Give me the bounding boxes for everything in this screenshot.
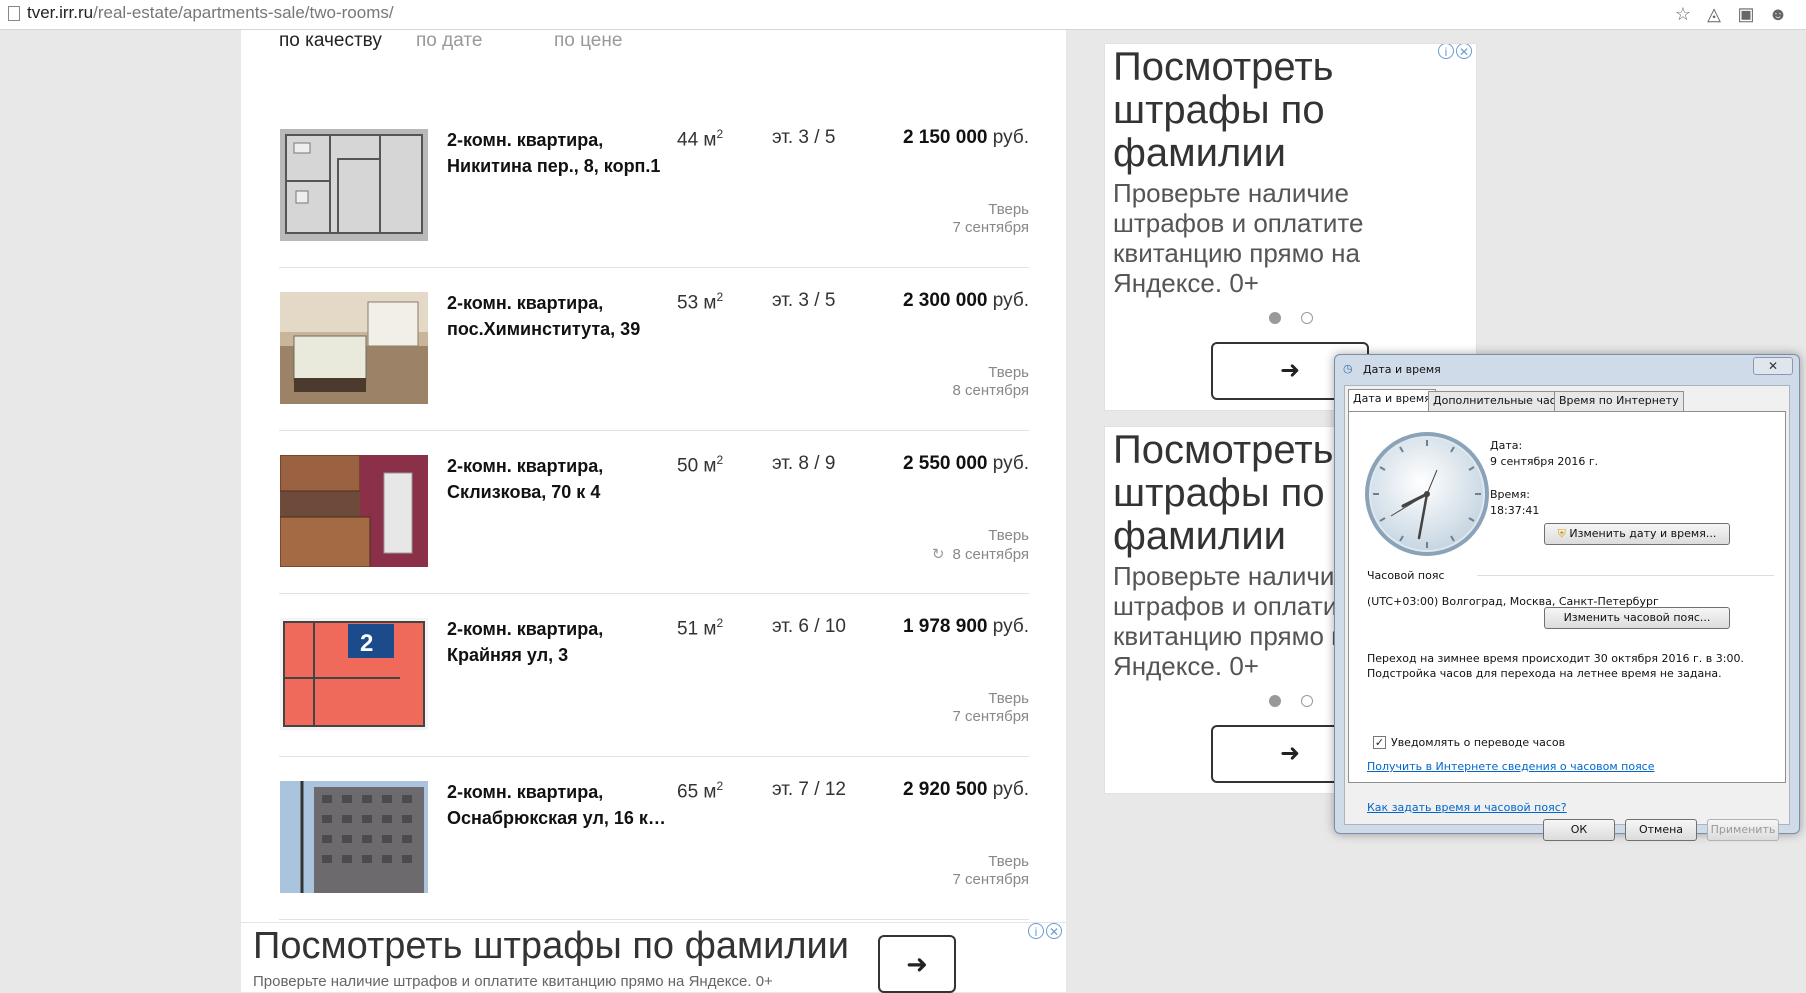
listing-date: ↻ 8 сентября: [931, 546, 1029, 563]
ad-arrow-button[interactable]: ➜: [878, 935, 956, 993]
time-label: Время:: [1490, 488, 1530, 501]
listing-item[interactable]: 2-комн. квартира, Оснабрюкская ул, 16 к……: [279, 757, 1029, 920]
notify-checkbox[interactable]: ✓: [1373, 736, 1386, 749]
listing-date: 7 сентября: [952, 219, 1029, 236]
listing-title[interactable]: 2-комн. квартира, Крайняя ул, 3: [447, 616, 667, 668]
star-icon[interactable]: ☆: [1673, 4, 1693, 24]
sort-by-date[interactable]: по дате: [416, 30, 482, 52]
listing-date: 7 сентября: [952, 708, 1029, 725]
ok-button[interactable]: ОК: [1543, 819, 1615, 841]
listing-photo-building[interactable]: [280, 781, 428, 893]
listing-title[interactable]: 2-комн. квартира, пос.Химинститута, 39: [447, 290, 667, 342]
listing-title[interactable]: 2-комн. квартира, Никитина пер., 8, корп…: [447, 127, 667, 179]
tab-panel: Дата: 9 сентября 2016 г. Время: 18:37:41…: [1348, 411, 1786, 783]
listing-area: 50 м2: [677, 453, 724, 477]
page-icon: [8, 6, 20, 21]
listing-floor: эт. 7 / 12: [772, 779, 846, 800]
datetime-dialog: ◷ Дата и время ✕ Дата и время Дополнител…: [1334, 354, 1800, 841]
listing-price: 2 920 500 руб.: [902, 779, 1029, 800]
listing-item[interactable]: 2-комн. квартира, пос.Химинститута, 39 5…: [279, 268, 1029, 431]
listing-floor: эт. 6 / 10: [772, 616, 846, 637]
tab-date-time[interactable]: Дата и время: [1348, 389, 1436, 412]
listing-area: 44 м2: [677, 127, 724, 151]
shield-icon: ⛨: [1557, 527, 1566, 540]
dialog-close-button[interactable]: ✕: [1753, 357, 1793, 375]
cancel-button[interactable]: Отмена: [1625, 819, 1697, 841]
listing-photo-bedroom[interactable]: [280, 292, 428, 404]
ad-close-icon[interactable]: ✕: [1046, 923, 1062, 939]
listing-city: Тверь: [988, 527, 1029, 544]
tab-internet-time[interactable]: Время по Интернету: [1554, 391, 1684, 411]
listing-area: 53 м2: [677, 290, 724, 314]
listing-photo-kitchen[interactable]: [280, 455, 428, 567]
listing-city: Тверь: [988, 853, 1029, 870]
ad-carousel-dot[interactable]: [1301, 312, 1313, 324]
tab-additional-clocks[interactable]: Дополнительные часы: [1428, 391, 1570, 411]
change-datetime-button[interactable]: ⛨ Изменить дату и время...: [1544, 523, 1730, 545]
analog-clock-icon: [1365, 432, 1489, 556]
listing-price: 2 300 000 руб.: [902, 290, 1029, 311]
puzzle-icon[interactable]: ▣: [1736, 4, 1756, 24]
listing-city: Тверь: [988, 201, 1029, 218]
listing-date: 8 сентября: [952, 382, 1029, 399]
listing-title[interactable]: 2-комн. квартира, Оснабрюкская ул, 16 к…: [447, 779, 667, 831]
ad-subtitle[interactable]: Проверьте наличие штрафов и оплатите кви…: [253, 973, 773, 990]
listing-area: 51 м2: [677, 616, 724, 640]
listing-photo-floorplan[interactable]: [280, 129, 428, 241]
ad-controls: i ✕: [1436, 44, 1472, 59]
dst-info-line2: Подстройка часов для перехода на летнее …: [1367, 667, 1722, 680]
ad-carousel-dot-active[interactable]: [1269, 695, 1281, 707]
listing-item[interactable]: 2-комн. квартира, Склизкова, 70 к 4 50 м…: [279, 431, 1029, 594]
listing-photo-plan[interactable]: 2: [280, 618, 428, 730]
clock-app-icon: ◷: [1343, 362, 1353, 375]
bottom-ad-banner[interactable]: Посмотреть штрафы по фамилии Проверьте н…: [241, 922, 1066, 993]
time-value: 18:37:41: [1490, 504, 1540, 517]
divider: [1477, 575, 1774, 576]
extension-icon[interactable]: ◬: [1704, 4, 1724, 24]
ad-info-icon[interactable]: i: [1028, 923, 1044, 939]
help-link[interactable]: Как задать время и часовой пояс?: [1367, 801, 1567, 814]
listing-title[interactable]: 2-комн. квартира, Склизкова, 70 к 4: [447, 453, 667, 505]
date-label: Дата:: [1490, 439, 1523, 452]
timezone-label: Часовой пояс: [1367, 569, 1445, 582]
ad-controls: i ✕: [1026, 923, 1062, 939]
plan-room-number: 2: [360, 630, 373, 657]
dst-info-line1: Переход на зимнее время происходит 30 ок…: [1367, 652, 1744, 665]
ad-info-icon[interactable]: i: [1438, 44, 1454, 59]
ad-carousel-dot-active[interactable]: [1269, 312, 1281, 324]
listing-floor: эт. 3 / 5: [772, 290, 836, 311]
refresh-icon: ↻: [931, 546, 945, 563]
listing-price: 2 150 000 руб.: [902, 127, 1029, 148]
listing-city: Тверь: [988, 690, 1029, 707]
ad-close-icon[interactable]: ✕: [1456, 44, 1472, 59]
listings-column: по качеству по дате по цене 2-комн. квар…: [241, 30, 1066, 992]
ad-title[interactable]: Посмотреть штрафы по фамилии: [253, 925, 849, 968]
listing-price: 1 978 900 руб.: [902, 616, 1029, 637]
listing-floor: эт. 3 / 5: [772, 127, 836, 148]
listing-city: Тверь: [988, 364, 1029, 381]
listing-item[interactable]: 2 2-комн. квартира, Крайняя ул, 3 51 м2 …: [279, 594, 1029, 757]
dialog-body: Дата и время Дополнительные часы Время п…: [1344, 385, 1790, 841]
url-text[interactable]: tver.irr.ru/real-estate/apartments-sale/…: [27, 3, 394, 23]
notify-label[interactable]: Уведомлять о переводе часов: [1391, 736, 1565, 749]
date-value: 9 сентября 2016 г.: [1490, 455, 1599, 468]
ad-carousel-dot[interactable]: [1301, 695, 1313, 707]
sort-by-price[interactable]: по цене: [554, 30, 622, 52]
listing-floor: эт. 8 / 9: [772, 453, 836, 474]
timezone-info-link[interactable]: Получить в Интернете сведения о часовом …: [1367, 760, 1655, 773]
listing-price: 2 550 000 руб.: [902, 453, 1029, 474]
user-icon[interactable]: ☻: [1768, 4, 1788, 24]
sort-by-quality[interactable]: по качеству: [279, 30, 382, 52]
dialog-title: Дата и время: [1363, 363, 1441, 376]
listing-date: 7 сентября: [952, 871, 1029, 888]
listing-area: 65 м2: [677, 779, 724, 803]
browser-address-bar[interactable]: tver.irr.ru/real-estate/apartments-sale/…: [0, 0, 1806, 30]
ad-title[interactable]: Посмотреть штрафы по фамилии: [1113, 46, 1443, 175]
ad-subtitle[interactable]: Проверьте наличие штрафов и оплатите кви…: [1113, 178, 1413, 298]
apply-button[interactable]: Применить: [1707, 819, 1779, 841]
change-timezone-button[interactable]: Изменить часовой пояс...: [1544, 607, 1730, 629]
listing-item[interactable]: 2-комн. квартира, Никитина пер., 8, корп…: [279, 105, 1029, 268]
